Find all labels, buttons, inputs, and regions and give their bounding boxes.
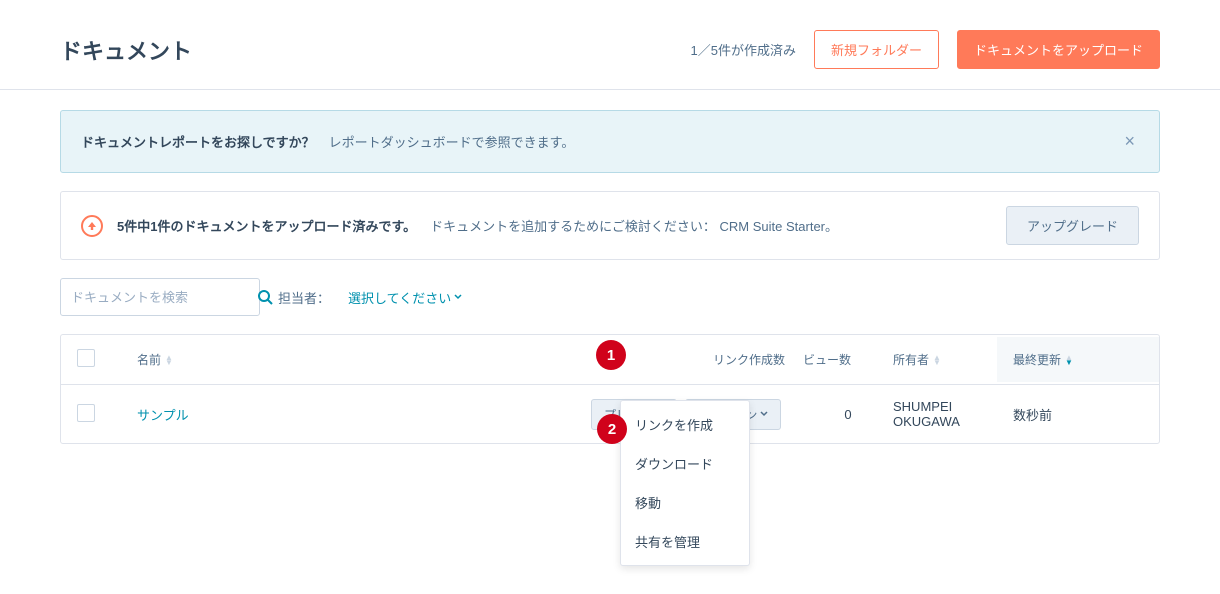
chevron-down-icon (760, 411, 768, 417)
dropdown-item-download[interactable]: ダウンロード (621, 444, 749, 483)
column-name[interactable]: 名前 ▲▼ (137, 351, 713, 368)
search-input[interactable] (61, 290, 257, 305)
column-owner[interactable]: 所有者 ▲▼ (893, 351, 1013, 368)
close-icon[interactable]: × (1120, 127, 1139, 156)
upload-notice: 5件中1件のドキュメントをアップロード済みです。 ドキュメントを追加するためにご… (60, 191, 1160, 260)
arrow-up-icon (81, 215, 103, 237)
upload-document-button[interactable]: ドキュメントをアップロード (957, 30, 1160, 69)
report-banner: ドキュメントレポートをお探しですか？ レポートダッシュボードで参照できます。 × (60, 110, 1160, 173)
page-title: ドキュメント (60, 34, 192, 66)
cell-views: 0 (803, 407, 893, 422)
callout-badge-1: 1 (596, 340, 626, 370)
column-views: ビュー数 (803, 351, 893, 368)
actions-dropdown: リンクを作成 ダウンロード 移動 共有を管理 (620, 400, 750, 566)
search-icon[interactable] (257, 279, 273, 315)
creation-status: 1／5件が作成済み (691, 40, 796, 59)
header-actions: 1／5件が作成済み 新規フォルダー ドキュメントをアップロード (691, 30, 1161, 69)
callout-badge-2: 2 (597, 414, 627, 444)
filter-row: 担当者： 選択してください (60, 278, 1160, 316)
banner-question: ドキュメントレポートをお探しですか？ (81, 132, 315, 151)
owner-filter-select[interactable]: 選択してください (348, 288, 462, 307)
owner-filter-label: 担当者： (278, 288, 330, 307)
banner-info: レポートダッシュボードで参照できます。 (329, 132, 575, 151)
notice-info: ドキュメントを追加するためにご検討ください： CRM Suite Starter… (430, 216, 838, 235)
column-link-count: リンク作成数 (713, 351, 803, 368)
dropdown-item-create-link[interactable]: リンクを作成 (621, 405, 749, 444)
notice-title: 5件中1件のドキュメントをアップロード済みです。 (117, 216, 416, 235)
column-updated[interactable]: 最終更新 ▲▼ (997, 337, 1159, 382)
chevron-down-icon (454, 294, 462, 300)
divider (0, 89, 1220, 90)
page-header: ドキュメント 1／5件が作成済み 新規フォルダー ドキュメントをアップロード (60, 30, 1160, 89)
dropdown-item-manage-share[interactable]: 共有を管理 (621, 522, 749, 561)
select-all-checkbox[interactable] (77, 349, 95, 367)
search-box (60, 278, 260, 316)
sort-icon: ▲▼ (165, 355, 173, 365)
document-name-link[interactable]: サンプル (137, 405, 189, 424)
upgrade-button[interactable]: アップグレード (1006, 206, 1139, 245)
owner-filter-value: 選択してください (348, 288, 451, 307)
sort-icon: ▲▼ (933, 355, 941, 365)
cell-updated: 数秒前 (1013, 405, 1143, 424)
new-folder-button[interactable]: 新規フォルダー (814, 30, 939, 69)
dropdown-item-move[interactable]: 移動 (621, 483, 749, 522)
row-checkbox[interactable] (77, 404, 95, 422)
cell-owner: SHUMPEI OKUGAWA (893, 399, 1013, 429)
sort-icon: ▲▼ (1065, 355, 1073, 365)
